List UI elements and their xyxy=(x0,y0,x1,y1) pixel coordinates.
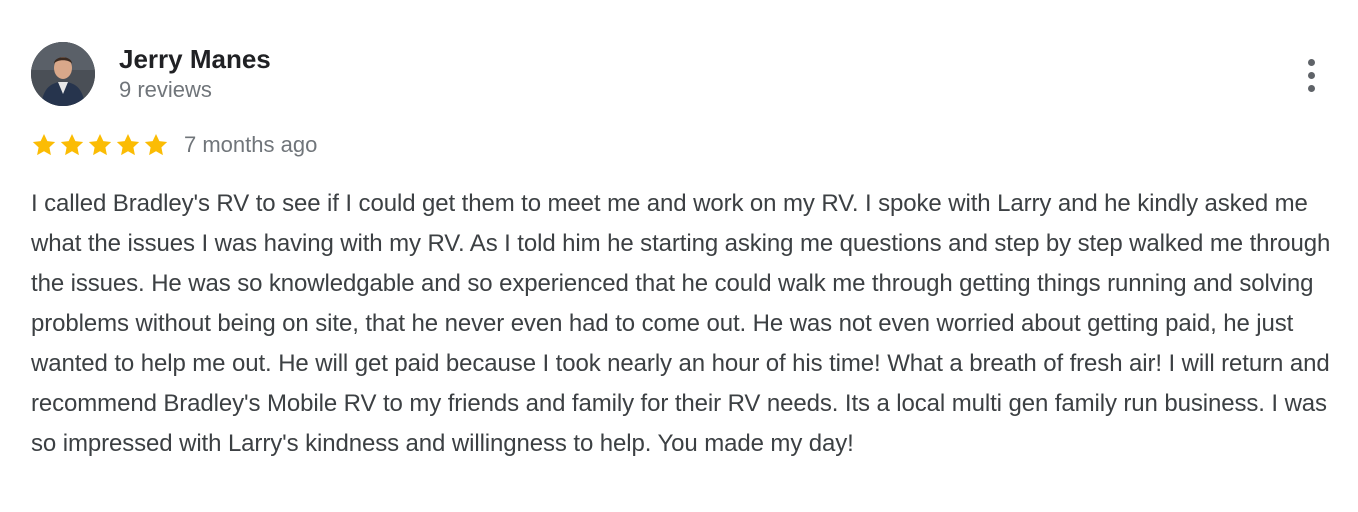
star-icon xyxy=(143,132,169,158)
review-text: I called Bradley's RV to see if I could … xyxy=(31,190,1331,457)
person-avatar-icon xyxy=(31,42,95,106)
star-icon xyxy=(31,132,57,158)
star-icon xyxy=(115,132,141,158)
review-date: 7 months ago xyxy=(184,132,318,157)
more-vertical-icon xyxy=(1307,58,1315,66)
review-count[interactable]: 9 reviews xyxy=(119,76,212,104)
more-options-button[interactable] xyxy=(1294,54,1328,96)
star-icon xyxy=(59,132,85,158)
reviewer-name[interactable]: Jerry Manes xyxy=(119,43,271,75)
star-rating xyxy=(31,132,169,158)
avatar[interactable] xyxy=(31,42,95,106)
review-card: Jerry Manes 9 reviews 7 months ago I cal… xyxy=(0,0,1358,512)
more-vertical-icon xyxy=(1307,84,1315,92)
star-icon xyxy=(87,132,113,158)
rating-row: 7 months ago xyxy=(31,130,317,160)
more-vertical-icon xyxy=(1307,71,1315,79)
